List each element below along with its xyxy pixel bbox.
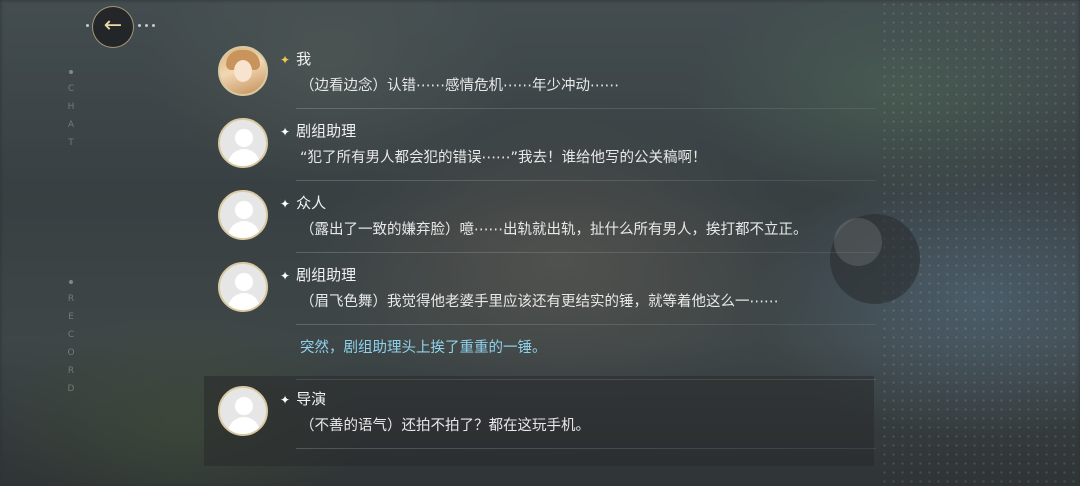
message-text: （露出了一致的嫌弃脸）噫⋯⋯出轨就出轨，扯什么所有男人，挨打都不立正。 [300,222,808,238]
star-icon: ✦ [280,393,291,407]
side-letter: T [68,138,74,148]
list-item: ✦ 剧组助理 “犯了所有男人都会犯的错误⋯⋯”我去！谁给他写的公关稿啊！ [216,114,876,186]
list-item: ✦ 导演 （不善的语气）还拍不拍了？都在这玩手机。 [216,382,876,454]
message-text: （不善的语气）还拍不拍了？都在这玩手机。 [300,418,590,434]
list-item: ✦ 剧组助理 （眉飞色舞）我觉得他老婆手里应该还有更结实的锤，就等着他这么一⋯⋯ [216,258,876,330]
side-label-record: R E C O R D [64,280,78,398]
star-icon: ✦ [280,197,291,211]
narration-text: 突然，剧组助理头上挨了重重的一锤。 [300,340,547,356]
side-letter: C [67,330,75,340]
back-arrow-icon: ← [103,13,123,38]
avatar-default [218,118,268,168]
speaker-name: ✦ 剧组助理 [280,266,357,284]
back-button[interactable]: ← [92,6,134,48]
divider [296,180,876,181]
avatar-default [218,262,268,312]
message-text: （边看边念）认错⋯⋯感情危机⋯⋯年少冲动⋯⋯ [300,78,619,94]
divider [296,324,876,325]
list-item: ✦ 众人 （露出了一致的嫌弃脸）噫⋯⋯出轨就出轨，扯什么所有男人，挨打都不立正。 [216,186,876,258]
avatar-player [218,46,268,96]
avatar-default [218,190,268,240]
side-letter: C [67,84,75,94]
chat-record-list[interactable]: ✦ 我 （边看边念）认错⋯⋯感情危机⋯⋯年少冲动⋯⋯ ✦ 剧组助理 “犯了所有男人都… [216,42,876,454]
star-icon: ✦ [280,53,291,67]
side-letter: D [67,384,75,394]
side-letter: R [67,366,75,376]
back-dots-left [86,24,89,28]
star-icon: ✦ [280,269,291,283]
speaker-name: ✦ 剧组助理 [280,122,357,140]
star-icon: ✦ [280,125,291,139]
message-text: （眉飞色舞）我觉得他老婆手里应该还有更结实的锤，就等着他这么一⋯⋯ [300,294,779,310]
divider [296,108,876,109]
divider [296,379,876,380]
narration-item: 突然，剧组助理头上挨了重重的一锤。 [216,330,876,380]
speaker-name: ✦ 众人 [280,194,327,212]
back-dots-right [138,24,155,28]
avatar-default [218,386,268,436]
side-dot-icon [69,280,73,284]
side-letter: A [67,120,75,130]
divider [296,448,876,449]
side-letter: R [67,294,75,304]
message-text: “犯了所有男人都会犯的错误⋯⋯”我去！谁给他写的公关稿啊！ [300,150,707,166]
speaker-name: ✦ 我 [280,50,312,68]
speaker-name: ✦ 导演 [280,390,327,408]
side-letter: E [68,312,74,322]
side-letter: H [67,102,75,112]
side-dot-icon [69,70,73,74]
side-letter: O [67,348,75,358]
list-item: ✦ 我 （边看边念）认错⋯⋯感情危机⋯⋯年少冲动⋯⋯ [216,42,876,114]
divider [296,252,876,253]
side-label-chat: C H A T [64,70,78,152]
